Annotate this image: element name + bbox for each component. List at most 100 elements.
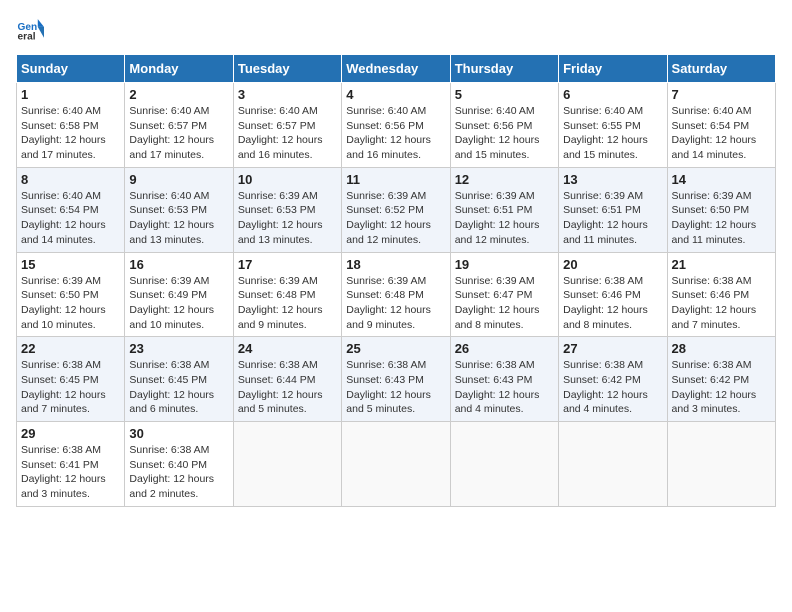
- day-number: 20: [563, 257, 662, 272]
- day-info: Sunrise: 6:39 AMSunset: 6:50 PMDaylight:…: [21, 274, 120, 333]
- svg-text:eral: eral: [18, 31, 36, 42]
- day-info: Sunrise: 6:39 AMSunset: 6:51 PMDaylight:…: [563, 189, 662, 248]
- day-info: Sunrise: 6:38 AMSunset: 6:42 PMDaylight:…: [563, 358, 662, 417]
- day-number: 27: [563, 341, 662, 356]
- day-number: 10: [238, 172, 337, 187]
- day-number: 22: [21, 341, 120, 356]
- day-number: 21: [672, 257, 771, 272]
- day-info: Sunrise: 6:38 AMSunset: 6:45 PMDaylight:…: [21, 358, 120, 417]
- weekday-header-wednesday: Wednesday: [342, 55, 450, 83]
- calendar-cell: 16Sunrise: 6:39 AMSunset: 6:49 PMDayligh…: [125, 252, 233, 337]
- day-info: Sunrise: 6:38 AMSunset: 6:46 PMDaylight:…: [563, 274, 662, 333]
- day-number: 8: [21, 172, 120, 187]
- day-info: Sunrise: 6:40 AMSunset: 6:54 PMDaylight:…: [672, 104, 771, 163]
- day-info: Sunrise: 6:39 AMSunset: 6:50 PMDaylight:…: [672, 189, 771, 248]
- calendar-week-row: 15 Sunrise: 6:39 AMSunset: 6:50 PMDayligh…: [17, 252, 776, 337]
- calendar-body: 1 Sunrise: 6:40 AMSunset: 6:58 PMDaylight…: [17, 83, 776, 507]
- weekday-header-friday: Friday: [559, 55, 667, 83]
- day-info: Sunrise: 6:38 AMSunset: 6:46 PMDaylight:…: [672, 274, 771, 333]
- calendar-table: SundayMondayTuesdayWednesdayThursdayFrid…: [16, 54, 776, 507]
- day-info: Sunrise: 6:40 AMSunset: 6:57 PMDaylight:…: [129, 104, 228, 163]
- day-number: 30: [129, 426, 228, 441]
- calendar-cell: 18 Sunrise: 6:39 AMSunset: 6:48 PMDayligh…: [342, 252, 450, 337]
- day-info: Sunrise: 6:40 AMSunset: 6:57 PMDaylight:…: [238, 104, 337, 163]
- day-info: Sunrise: 6:40 AMSunset: 6:53 PMDaylight:…: [129, 189, 228, 248]
- day-info: Sunrise: 6:38 AMSunset: 6:40 PMDaylight:…: [129, 443, 228, 502]
- day-info: Sunrise: 6:38 AMSunset: 6:41 PMDaylight:…: [21, 443, 120, 502]
- calendar-week-row: 1 Sunrise: 6:40 AMSunset: 6:58 PMDaylight…: [17, 83, 776, 168]
- day-info: Sunrise: 6:38 AMSunset: 6:43 PMDaylight:…: [346, 358, 445, 417]
- calendar-cell: 24 Sunrise: 6:38 AMSunset: 6:44 PMDayligh…: [233, 337, 341, 422]
- weekday-header-tuesday: Tuesday: [233, 55, 341, 83]
- calendar-cell: 5Sunrise: 6:40 AMSunset: 6:56 PMDaylight…: [450, 83, 558, 168]
- day-info: Sunrise: 6:40 AMSunset: 6:55 PMDaylight:…: [563, 104, 662, 163]
- calendar-cell: 19 Sunrise: 6:39 AMSunset: 6:47 PMDayligh…: [450, 252, 558, 337]
- calendar-cell: 12 Sunrise: 6:39 AMSunset: 6:51 PMDayligh…: [450, 167, 558, 252]
- calendar-cell: 15 Sunrise: 6:39 AMSunset: 6:50 PMDayligh…: [17, 252, 125, 337]
- day-number: 16: [129, 257, 228, 272]
- day-info: Sunrise: 6:39 AMSunset: 6:52 PMDaylight:…: [346, 189, 445, 248]
- day-number: 29: [21, 426, 120, 441]
- weekday-header-thursday: Thursday: [450, 55, 558, 83]
- weekday-header-monday: Monday: [125, 55, 233, 83]
- calendar-cell: 30 Sunrise: 6:38 AMSunset: 6:40 PMDayligh…: [125, 422, 233, 507]
- calendar-cell: 2 Sunrise: 6:40 AMSunset: 6:57 PMDaylight…: [125, 83, 233, 168]
- day-number: 12: [455, 172, 554, 187]
- day-number: 28: [672, 341, 771, 356]
- calendar-week-row: 8 Sunrise: 6:40 AMSunset: 6:54 PMDaylight…: [17, 167, 776, 252]
- day-number: 7: [672, 87, 771, 102]
- calendar-cell: [450, 422, 558, 507]
- day-number: 6: [563, 87, 662, 102]
- calendar-cell: 4 Sunrise: 6:40 AMSunset: 6:56 PMDaylight…: [342, 83, 450, 168]
- calendar-cell: 26Sunrise: 6:38 AMSunset: 6:43 PMDayligh…: [450, 337, 558, 422]
- day-info: Sunrise: 6:40 AMSunset: 6:56 PMDaylight:…: [346, 104, 445, 163]
- calendar-cell: 20 Sunrise: 6:38 AMSunset: 6:46 PMDayligh…: [559, 252, 667, 337]
- calendar-cell: 25 Sunrise: 6:38 AMSunset: 6:43 PMDayligh…: [342, 337, 450, 422]
- day-info: Sunrise: 6:39 AMSunset: 6:47 PMDaylight:…: [455, 274, 554, 333]
- calendar-cell: 7 Sunrise: 6:40 AMSunset: 6:54 PMDaylight…: [667, 83, 775, 168]
- day-number: 2: [129, 87, 228, 102]
- day-info: Sunrise: 6:38 AMSunset: 6:44 PMDaylight:…: [238, 358, 337, 417]
- calendar-cell: 21 Sunrise: 6:38 AMSunset: 6:46 PMDayligh…: [667, 252, 775, 337]
- day-info: Sunrise: 6:40 AMSunset: 6:54 PMDaylight:…: [21, 189, 120, 248]
- calendar-cell: 22 Sunrise: 6:38 AMSunset: 6:45 PMDayligh…: [17, 337, 125, 422]
- calendar-cell: 3 Sunrise: 6:40 AMSunset: 6:57 PMDaylight…: [233, 83, 341, 168]
- calendar-cell: 1 Sunrise: 6:40 AMSunset: 6:58 PMDaylight…: [17, 83, 125, 168]
- day-number: 4: [346, 87, 445, 102]
- logo-icon: Gen eral: [16, 16, 44, 44]
- day-number: 17: [238, 257, 337, 272]
- day-number: 9: [129, 172, 228, 187]
- day-number: 11: [346, 172, 445, 187]
- calendar-cell: [559, 422, 667, 507]
- calendar-cell: 6 Sunrise: 6:40 AMSunset: 6:55 PMDaylight…: [559, 83, 667, 168]
- calendar-cell: 23Sunrise: 6:38 AMSunset: 6:45 PMDayligh…: [125, 337, 233, 422]
- day-info: Sunrise: 6:38 AMSunset: 6:43 PMDaylight:…: [455, 358, 554, 417]
- calendar-cell: 28 Sunrise: 6:38 AMSunset: 6:42 PMDayligh…: [667, 337, 775, 422]
- day-number: 1: [21, 87, 120, 102]
- calendar-cell: 11 Sunrise: 6:39 AMSunset: 6:52 PMDayligh…: [342, 167, 450, 252]
- calendar-cell: 29 Sunrise: 6:38 AMSunset: 6:41 PMDayligh…: [17, 422, 125, 507]
- calendar-cell: 13Sunrise: 6:39 AMSunset: 6:51 PMDayligh…: [559, 167, 667, 252]
- day-number: 5: [455, 87, 554, 102]
- day-number: 14: [672, 172, 771, 187]
- calendar-cell: [667, 422, 775, 507]
- calendar-cell: 9 Sunrise: 6:40 AMSunset: 6:53 PMDaylight…: [125, 167, 233, 252]
- day-number: 3: [238, 87, 337, 102]
- logo: Gen eral: [16, 16, 48, 44]
- calendar-cell: [233, 422, 341, 507]
- day-number: 15: [21, 257, 120, 272]
- day-number: 24: [238, 341, 337, 356]
- day-info: Sunrise: 6:40 AMSunset: 6:58 PMDaylight:…: [21, 104, 120, 163]
- calendar-cell: [342, 422, 450, 507]
- day-number: 25: [346, 341, 445, 356]
- day-info: Sunrise: 6:39 AMSunset: 6:48 PMDaylight:…: [238, 274, 337, 333]
- day-info: Sunrise: 6:39 AMSunset: 6:48 PMDaylight:…: [346, 274, 445, 333]
- day-number: 19: [455, 257, 554, 272]
- day-info: Sunrise: 6:38 AMSunset: 6:42 PMDaylight:…: [672, 358, 771, 417]
- day-number: 18: [346, 257, 445, 272]
- day-info: Sunrise: 6:39 AMSunset: 6:53 PMDaylight:…: [238, 189, 337, 248]
- weekday-header-sunday: Sunday: [17, 55, 125, 83]
- calendar-cell: 8 Sunrise: 6:40 AMSunset: 6:54 PMDaylight…: [17, 167, 125, 252]
- day-info: Sunrise: 6:39 AMSunset: 6:51 PMDaylight:…: [455, 189, 554, 248]
- calendar-header-row: SundayMondayTuesdayWednesdayThursdayFrid…: [17, 55, 776, 83]
